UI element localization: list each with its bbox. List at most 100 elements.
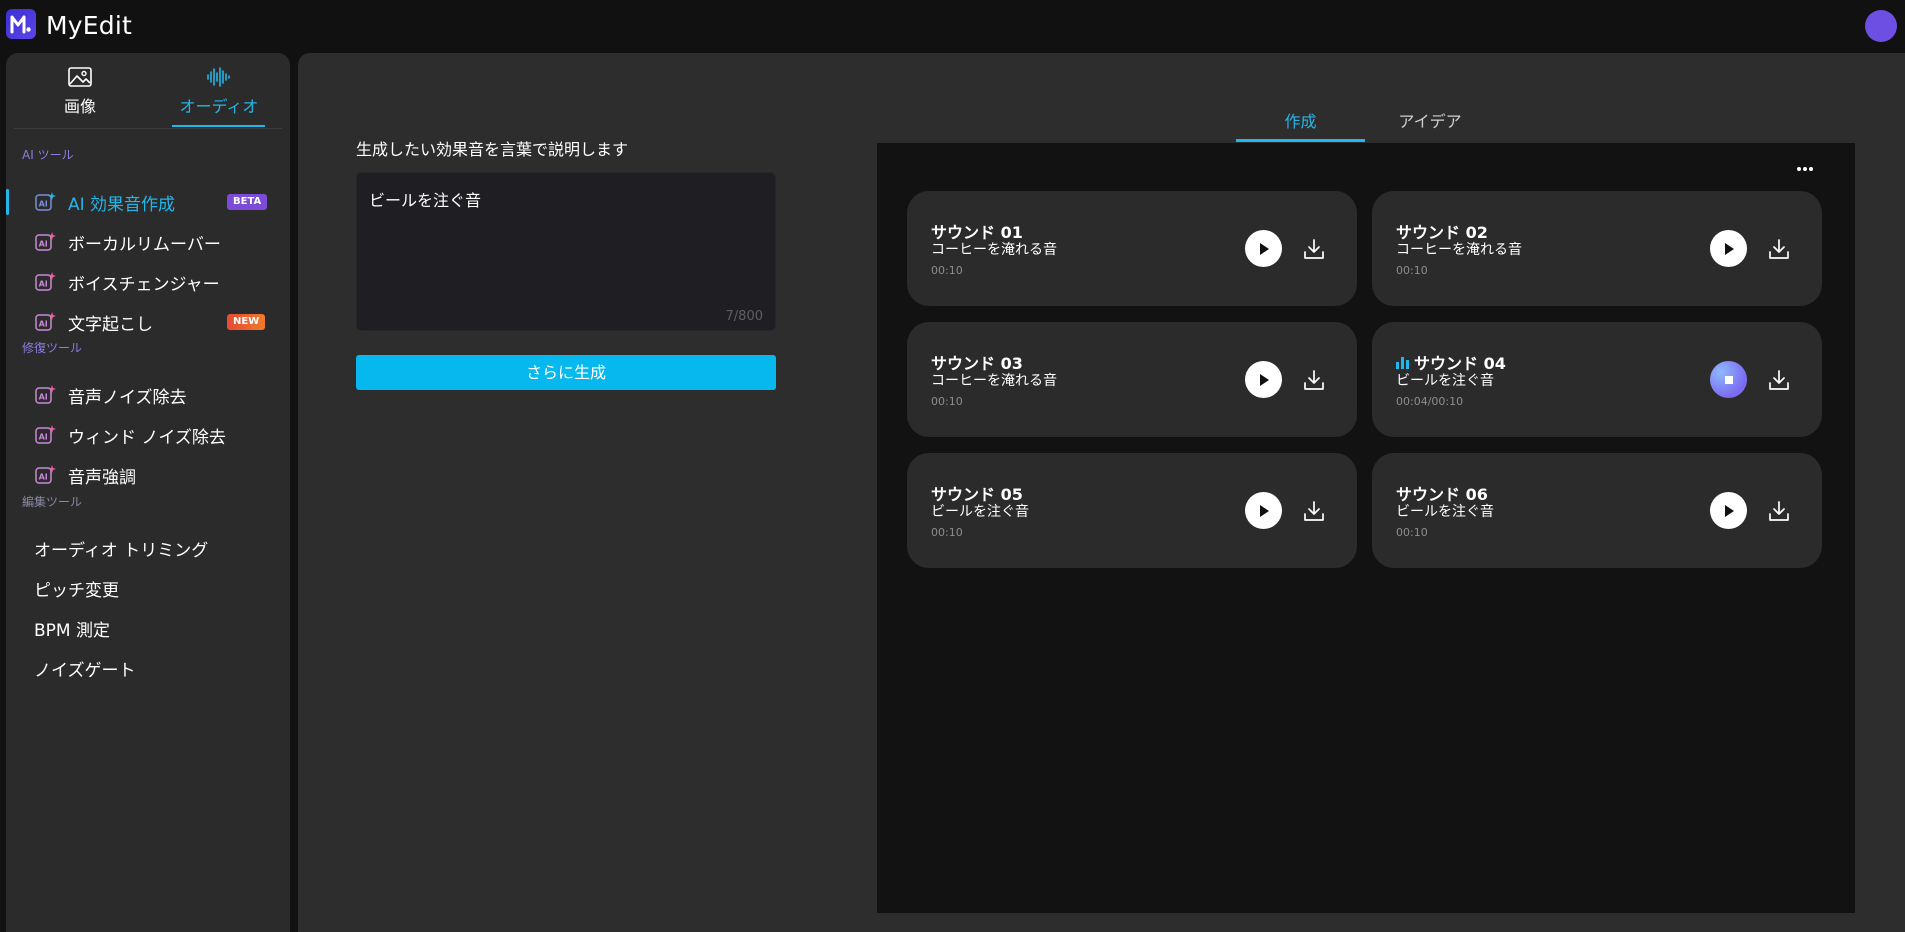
sound-description: コーヒーを淹れる音 [931, 373, 1057, 389]
play-button[interactable] [1710, 230, 1747, 267]
app-title: MyEdit [46, 11, 132, 40]
download-icon [1769, 370, 1789, 390]
section-label-ai-tools: AI ツール [22, 148, 74, 162]
avatar[interactable] [1865, 10, 1897, 42]
download-icon [1769, 501, 1789, 521]
equalizer-icon [1396, 356, 1409, 369]
section-label-edit-tools: 編集ツール [22, 495, 83, 509]
sidebar-item-label: 音声ノイズ除去 [68, 387, 187, 408]
sound-card: サウンド 05 ビールを注ぐ音 00:10 [907, 453, 1357, 568]
sound-card: サウンド 06 ビールを注ぐ音 00:10 [1372, 453, 1822, 568]
sound-duration: 00:04/00:10 [1396, 395, 1464, 408]
mode-tab-audio-label: オーディオ [179, 97, 259, 116]
play-icon [1259, 242, 1269, 255]
ai-sparkle-icon: AI [35, 465, 56, 484]
sidebar-item-label: BPM 測定 [34, 620, 110, 641]
sidebar-item-label: ボーカルリムーバー [68, 234, 221, 255]
ai-sparkle-icon: AI [35, 232, 56, 251]
play-icon [1259, 373, 1269, 386]
divider [14, 128, 282, 129]
ai-sparkle-icon: AI [35, 312, 56, 331]
sidebar-item-transcription[interactable]: AI 文字起こし NEW [6, 305, 290, 339]
sound-card-playing: サウンド 04 ビールを注ぐ音 00:04/00:10 [1372, 322, 1822, 437]
section-label-repair-tools: 修復ツール [22, 341, 83, 355]
sidebar-item-label: 音声強調 [68, 467, 136, 488]
sound-description: ビールを注ぐ音 [931, 504, 1029, 520]
myedit-logo-icon[interactable] [6, 9, 36, 39]
stop-icon [1724, 375, 1733, 384]
download-icon [1769, 239, 1789, 259]
mode-tab-indicator [172, 125, 265, 127]
top-bar: MyEdit [0, 0, 1905, 53]
play-button[interactable] [1245, 361, 1282, 398]
sidebar-item-voice-changer[interactable]: AI ボイスチェンジャー [6, 265, 290, 299]
play-button[interactable] [1245, 230, 1282, 267]
sidebar-item-label: ピッチ変更 [34, 580, 119, 601]
download-button[interactable] [1301, 498, 1327, 524]
download-icon [1304, 239, 1324, 259]
ai-sparkle-icon: AI [35, 425, 56, 444]
sidebar-item-voice-enhance[interactable]: AI 音声強調 [6, 458, 290, 492]
sound-description: コーヒーを淹れる音 [931, 242, 1057, 258]
sound-duration: 00:10 [931, 395, 963, 408]
sidebar-item-wind-noise-removal[interactable]: AI ウィンド ノイズ除去 [6, 418, 290, 452]
sidebar-item-vocal-remover[interactable]: AI ボーカルリムーバー [6, 225, 290, 259]
prompt-textarea[interactable]: ビールを注ぐ音 7/800 [356, 172, 776, 331]
image-icon [68, 67, 92, 87]
sidebar-item-noise-gate[interactable]: ノイズゲート [6, 651, 290, 685]
svg-text:AI: AI [39, 280, 48, 289]
ai-sparkle-icon: AI [35, 385, 56, 404]
sound-description: ビールを注ぐ音 [1396, 373, 1494, 389]
play-icon [1724, 242, 1734, 255]
download-button[interactable] [1766, 236, 1792, 262]
generate-more-button[interactable]: さらに生成 [356, 355, 776, 390]
sound-card: サウンド 03 コーヒーを淹れる音 00:10 [907, 322, 1357, 437]
prompt-label: 生成したい効果音を言葉で説明します [356, 140, 629, 159]
svg-text:AI: AI [39, 240, 48, 249]
sidebar-item-noise-removal[interactable]: AI 音声ノイズ除去 [6, 378, 290, 412]
main-panel: 生成したい効果音を言葉で説明します ビールを注ぐ音 7/800 さらに生成 作成… [298, 53, 1905, 932]
download-button[interactable] [1766, 367, 1792, 393]
sound-duration: 00:10 [931, 526, 963, 539]
mode-tab-image[interactable]: 画像 [20, 67, 140, 129]
tab-create[interactable]: 作成 [1236, 108, 1365, 138]
beta-badge: BETA [227, 194, 268, 210]
new-badge: NEW [227, 314, 266, 330]
sound-duration: 00:10 [1396, 264, 1428, 277]
audio-wave-icon [207, 67, 230, 87]
svg-text:AI: AI [39, 473, 48, 482]
more-options-icon[interactable] [1795, 165, 1815, 173]
sound-duration: 00:10 [1396, 526, 1428, 539]
sound-duration: 00:10 [931, 264, 963, 277]
sidebar-item-bpm-detect[interactable]: BPM 測定 [6, 611, 290, 645]
results-panel: サウンド 01 コーヒーを淹れる音 00:10 サウンド 02 コーヒーを淹れる… [877, 143, 1855, 913]
sidebar-item-label: オーディオ トリミング [34, 540, 209, 561]
svg-text:AI: AI [39, 433, 48, 442]
sound-card: サウンド 02 コーヒーを淹れる音 00:10 [1372, 191, 1822, 306]
sidebar-item-pitch-change[interactable]: ピッチ変更 [6, 571, 290, 605]
play-icon [1259, 504, 1269, 517]
ai-sparkle-icon: AI [35, 192, 56, 211]
sidebar-item-label: AI 効果音作成 [68, 194, 176, 215]
download-icon [1304, 370, 1324, 390]
svg-text:AI: AI [39, 393, 48, 402]
sidebar-item-label: ノイズゲート [34, 660, 136, 681]
download-button[interactable] [1301, 367, 1327, 393]
play-button[interactable] [1245, 492, 1282, 529]
result-tab-indicator [1236, 139, 1365, 142]
prompt-text[interactable]: ビールを注ぐ音 [369, 187, 759, 211]
svg-text:AI: AI [39, 200, 48, 209]
sidebar-item-ai-sound-effect[interactable]: AI AI 効果音作成 BETA [6, 185, 290, 219]
download-button[interactable] [1766, 498, 1792, 524]
download-button[interactable] [1301, 236, 1327, 262]
tab-ideas[interactable]: アイデア [1365, 108, 1495, 138]
stop-button[interactable] [1710, 361, 1747, 398]
mode-tab-image-label: 画像 [63, 97, 96, 116]
ai-sparkle-icon: AI [35, 272, 56, 291]
sidebar-item-audio-trimming[interactable]: オーディオ トリミング [6, 531, 290, 565]
svg-text:AI: AI [39, 320, 48, 329]
sound-description: コーヒーを淹れる音 [1396, 242, 1522, 258]
mode-tab-audio[interactable]: オーディオ [159, 67, 279, 129]
sound-card: サウンド 01 コーヒーを淹れる音 00:10 [907, 191, 1357, 306]
play-button[interactable] [1710, 492, 1747, 529]
